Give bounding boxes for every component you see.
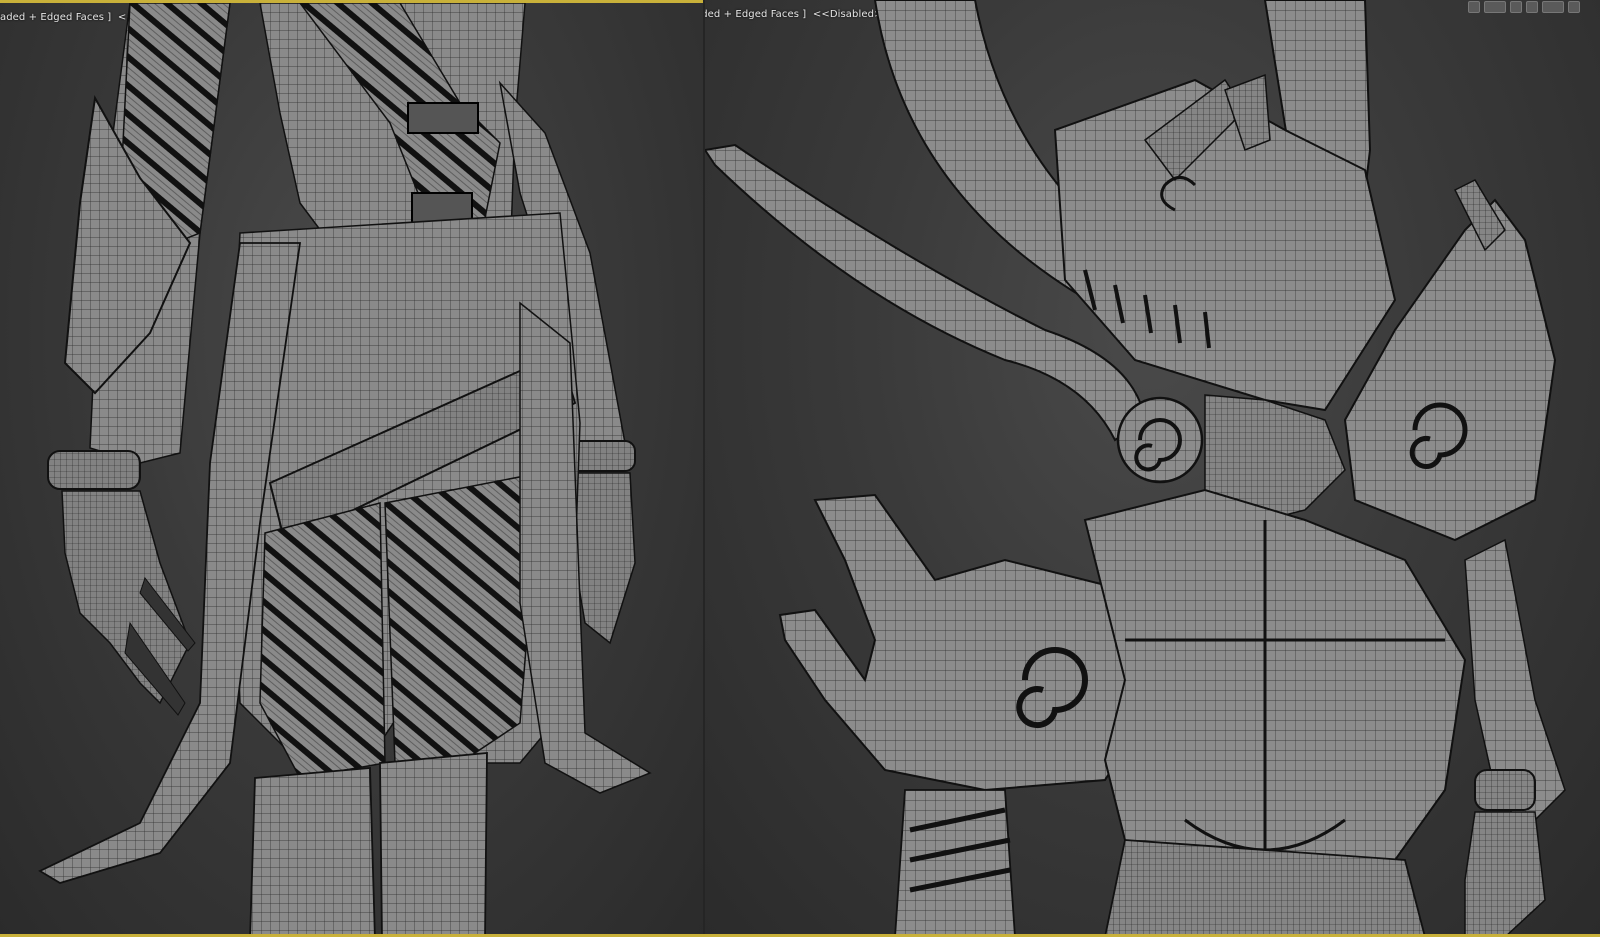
viewport-left[interactable]: aded + Edged Faces ] <<Disabled>> xyxy=(0,0,705,937)
boot-mesh-right xyxy=(379,752,488,937)
boot-mesh-left xyxy=(249,767,376,937)
3d-modeling-app: aded + Edged Faces ] <<Disabled>> aded +… xyxy=(0,0,1600,937)
breastplate-mesh xyxy=(1083,488,1467,882)
viewport-right-render xyxy=(705,0,1566,937)
viewport-right[interactable]: aded + Edged Faces ] <<Disabled>> xyxy=(705,0,1600,937)
viewport-left-render xyxy=(38,3,652,937)
